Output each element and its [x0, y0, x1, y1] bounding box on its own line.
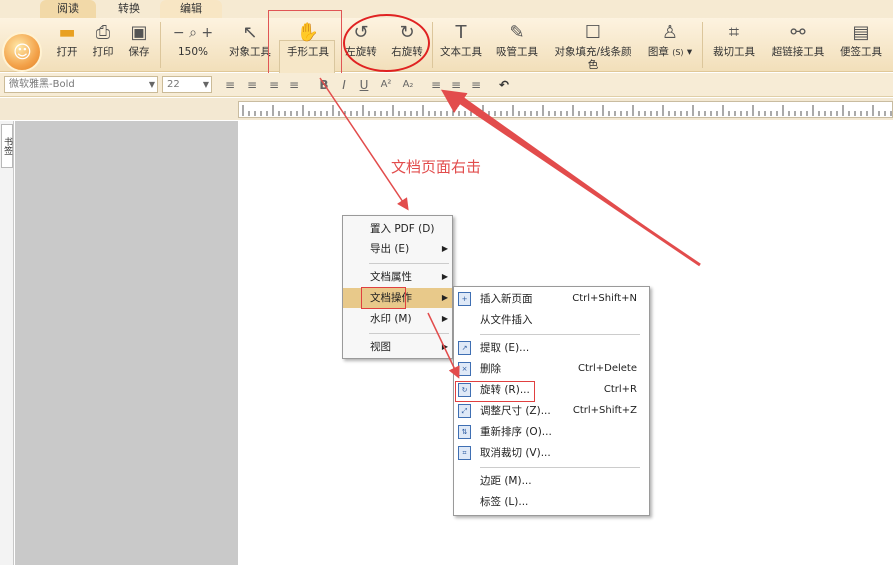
arrow-to-rotate-item: [427, 312, 460, 379]
arrow-to-context-menu: [319, 77, 409, 211]
arrow-to-toolbar: [441, 89, 701, 267]
annotation-arrows: [319, 77, 701, 379]
